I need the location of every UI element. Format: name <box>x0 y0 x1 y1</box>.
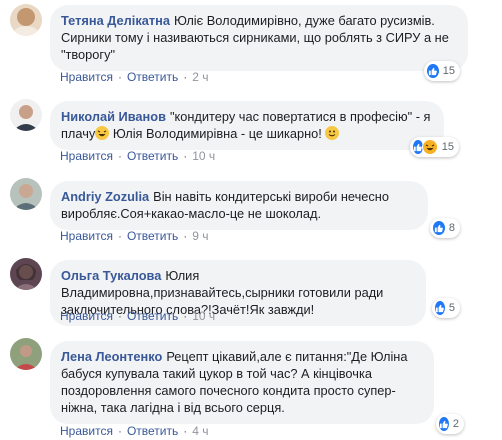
comment-actions: Нравится · Ответить · 10 ч <box>60 149 216 163</box>
reaction-summary[interactable]: 15 <box>410 137 459 157</box>
avatar[interactable] <box>10 99 42 131</box>
comment-actions: Нравится · Ответить · 10 ч <box>60 309 216 323</box>
avatar[interactable] <box>10 178 42 210</box>
haha-reaction-icon <box>421 139 438 155</box>
reply-link[interactable]: Ответить <box>127 229 178 243</box>
like-reaction-icon <box>426 63 440 79</box>
avatar-image <box>10 178 42 210</box>
reply-link[interactable]: Ответить <box>127 309 178 323</box>
like-link[interactable]: Нравится <box>60 309 113 323</box>
avatar[interactable] <box>10 258 42 290</box>
comment-author[interactable]: Лена Леонтенко <box>61 349 162 364</box>
like-reaction-icon <box>434 300 446 316</box>
comment-time[interactable]: 4 ч <box>192 424 208 438</box>
comment-time[interactable]: 10 ч <box>192 149 215 163</box>
comment-author[interactable]: Andriy Zozulia <box>61 189 149 204</box>
like-link[interactable]: Нравится <box>60 70 113 84</box>
reply-link[interactable]: Ответить <box>127 149 178 163</box>
reaction-count: 5 <box>448 302 455 314</box>
like-reaction-icon <box>432 220 446 236</box>
comment-author[interactable]: Тетяна Делікатна <box>61 13 170 28</box>
avatar-image <box>10 338 42 370</box>
avatar[interactable] <box>10 338 42 370</box>
comment-time[interactable]: 2 ч <box>192 70 208 84</box>
like-link[interactable]: Нравится <box>60 424 113 438</box>
reaction-summary[interactable]: 15 <box>424 61 460 81</box>
avatar-image <box>10 4 42 36</box>
reaction-summary[interactable]: 5 <box>432 298 460 318</box>
comment-author[interactable]: Ольга Тукалова <box>61 268 161 283</box>
like-reaction-icon <box>438 416 450 432</box>
reaction-count: 2 <box>452 418 459 430</box>
reaction-summary[interactable]: 8 <box>430 218 460 238</box>
reply-link[interactable]: Ответить <box>127 70 178 84</box>
avatar[interactable] <box>10 4 42 36</box>
comment-bubble: Николай Иванов "кондитеру час повертатися… <box>50 101 444 150</box>
comment-bubble: Andriy Zozulia Він навіть кондитерські ви… <box>50 181 428 230</box>
smile-emoji-icon <box>325 126 340 140</box>
reaction-count: 15 <box>442 65 455 77</box>
comment-actions: Нравится · Ответить · 2 ч <box>60 70 209 84</box>
comment-time[interactable]: 9 ч <box>192 229 208 243</box>
like-link[interactable]: Нравится <box>60 149 113 163</box>
comment-author[interactable]: Николай Иванов <box>61 109 166 124</box>
comment-bubble: Тетяна Делікатна Юліє Володимирівно, дуже… <box>50 5 468 71</box>
comment-text-continued: Юлія Володимирівна - це шикарно! <box>109 126 322 141</box>
like-link[interactable]: Нравится <box>60 229 113 243</box>
comment-actions: Нравится · Ответить · 9 ч <box>60 229 209 243</box>
avatar-image <box>10 258 42 290</box>
reaction-summary[interactable]: 2 <box>436 414 464 434</box>
reply-link[interactable]: Ответить <box>127 424 178 438</box>
laughing-emoji-icon <box>95 126 110 140</box>
comment-actions: Нравится · Ответить · 4 ч <box>60 424 209 438</box>
reaction-count: 15 <box>441 141 454 153</box>
reaction-count: 8 <box>448 222 455 234</box>
comment-time[interactable]: 10 ч <box>192 309 215 323</box>
avatar-image <box>10 99 42 131</box>
comment-bubble: Лена Леонтенко Рецепт цікавий,але є питан… <box>50 341 434 424</box>
